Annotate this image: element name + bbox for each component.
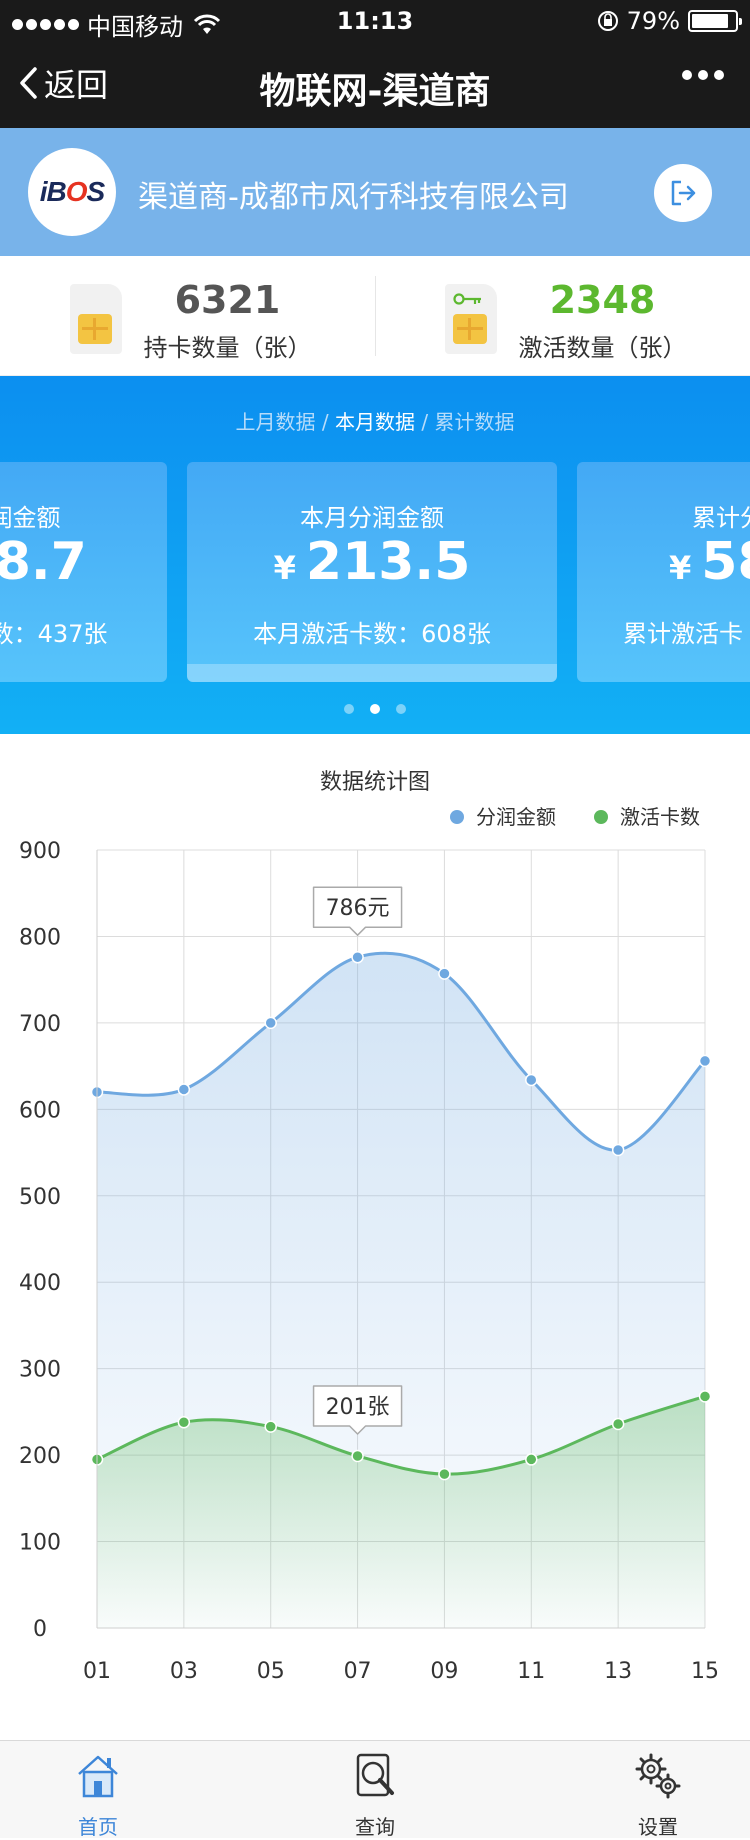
stat-activated: 2348 激活数量（张）	[375, 256, 750, 376]
tab-query-label: 查询	[355, 1815, 395, 1839]
data-point	[438, 1467, 451, 1481]
x-tick-label: 07	[344, 1659, 372, 1684]
x-tick-label: 01	[83, 1659, 111, 1684]
search-doc-icon	[356, 1753, 394, 1797]
earnings-card-cumulative[interactable]: 累计分 ¥58 累计激活卡	[577, 462, 750, 682]
earnings-card-last-month[interactable]: 上月分润金额 ¥218.7 上月激活卡数：437张	[0, 462, 167, 682]
y-tick-label: 800	[19, 925, 61, 950]
x-tick-label: 05	[257, 1659, 285, 1684]
data-point	[351, 950, 364, 964]
card-stats: 6321 持卡数量（张） 2348 激活数量（张）	[0, 256, 750, 376]
bottom-tab-bar: 首页 查询 设置	[0, 1740, 750, 1839]
x-tick-label: 03	[170, 1659, 198, 1684]
data-point	[611, 1417, 625, 1431]
activated-value: 2348	[549, 278, 656, 322]
logout-icon	[671, 180, 696, 206]
cards-held-label: 持卡数量（张）	[143, 334, 312, 362]
company-header: iBOS 渠道商-成都市风行科技有限公司	[0, 128, 750, 256]
card-amount: ¥58	[669, 532, 750, 592]
page-title: 物联网-渠道商	[259, 71, 491, 112]
y-tick-label: 200	[19, 1444, 61, 1469]
data-point	[438, 967, 451, 980]
y-tick-label: 700	[19, 1012, 61, 1037]
statistics-chart: 数据统计图 0 100 200 300 400 500 600 700 800 900 01 03 05…	[0, 734, 750, 1740]
x-tick-label: 09	[430, 1659, 458, 1684]
tooltip-text: 201张	[326, 1395, 390, 1420]
data-point	[611, 1143, 625, 1157]
pager-dot[interactable]	[344, 704, 354, 714]
more-menu-button[interactable]	[682, 70, 724, 80]
battery-icon	[688, 10, 742, 32]
card-sub-text: 累计激活卡	[623, 620, 743, 648]
card-title: 上月分润金额	[0, 504, 61, 532]
nav-bar: 返回 物联网-渠道商	[0, 40, 750, 128]
orientation-lock-icon	[597, 11, 618, 31]
tooltip-text: 786元	[326, 896, 390, 921]
tab-this-month[interactable]: 本月数据	[335, 410, 415, 434]
legend-dot	[450, 810, 464, 824]
y-tick-label: 0	[33, 1617, 47, 1642]
period-tabs: 上月数据 / 本月数据 / 累计数据	[235, 410, 515, 434]
pager-dot-active[interactable]	[370, 704, 380, 714]
tab-last-month[interactable]: 上月数据	[236, 410, 316, 434]
status-right: 79%	[597, 7, 742, 35]
data-point	[177, 1416, 191, 1429]
card-amount: ¥213.5	[273, 532, 471, 592]
tab-home-label: 首页	[78, 1815, 118, 1839]
battery-percent: 79%	[626, 7, 680, 35]
activated-label: 激活数量（张）	[518, 334, 687, 362]
legend-dot	[594, 810, 608, 824]
home-icon	[78, 1755, 118, 1798]
cards-held-value: 6321	[174, 278, 281, 322]
legend-label: 分润金额	[476, 805, 556, 829]
chart-svg: 0 100 200 300 400 500 600 700 800 900 01 03 05 07 09 11…	[19, 805, 719, 1684]
tab-cumulative[interactable]: 累计数据	[434, 410, 514, 434]
card-sub-text: 本月激活卡数：608张	[253, 620, 491, 648]
status-bar: 中国移动 11:13 79%	[0, 0, 750, 41]
y-tick-label: 600	[19, 1098, 61, 1123]
y-tick-label: 900	[19, 839, 61, 864]
earnings-card-this-month[interactable]: 本月分润金额 ¥213.5 本月激活卡数：608张	[187, 462, 557, 682]
y-tick-label: 500	[19, 1185, 61, 1210]
tab-home[interactable]: 首页	[18, 1741, 178, 1839]
tab-query[interactable]: 查询	[295, 1741, 455, 1839]
data-point	[698, 1054, 712, 1068]
data-point	[264, 1016, 277, 1030]
data-point	[351, 1449, 364, 1463]
x-tick-label: 15	[691, 1659, 719, 1684]
data-point	[525, 1073, 538, 1087]
data-point	[264, 1420, 277, 1433]
y-tick-label: 100	[19, 1531, 61, 1556]
card-amount: ¥218.7	[0, 532, 87, 592]
legend-label: 激活卡数	[620, 805, 700, 829]
stat-cards-held: 6321 持卡数量（张）	[0, 256, 375, 376]
y-tick-label: 400	[19, 1271, 61, 1296]
card-progress-strip	[187, 664, 557, 682]
data-point	[698, 1390, 712, 1403]
x-tick-label: 11	[517, 1659, 545, 1684]
y-tick-label: 300	[19, 1358, 61, 1383]
data-point	[525, 1453, 538, 1466]
data-point	[177, 1083, 191, 1096]
x-tick-label: 13	[604, 1659, 632, 1684]
company-logo: iBOS	[28, 148, 116, 236]
card-title: 累计分	[692, 504, 750, 532]
tab-settings[interactable]: 设置	[578, 1741, 738, 1839]
gears-icon	[635, 1753, 681, 1799]
tab-settings-label: 设置	[638, 1815, 678, 1839]
logout-button[interactable]	[654, 164, 712, 222]
company-name: 渠道商-成都市风行科技有限公司	[138, 180, 569, 215]
earnings-banner: 上月数据 / 本月数据 / 累计数据 上月分润金额 ¥218.7 上月激活卡数：…	[0, 376, 750, 734]
card-sub-text: 上月激活卡数：437张	[0, 620, 108, 648]
carousel-pager	[0, 704, 750, 714]
pager-dot[interactable]	[396, 704, 406, 714]
card-title: 本月分润金额	[300, 504, 444, 532]
